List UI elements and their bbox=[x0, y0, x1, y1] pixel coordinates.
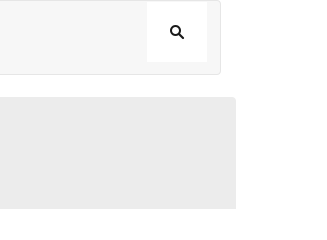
search-icon bbox=[169, 24, 185, 40]
search-bar bbox=[0, 0, 221, 75]
content-panel bbox=[0, 97, 236, 209]
search-button[interactable] bbox=[147, 2, 207, 62]
page-canvas bbox=[0, 0, 327, 209]
search-input[interactable] bbox=[0, 1, 147, 74]
